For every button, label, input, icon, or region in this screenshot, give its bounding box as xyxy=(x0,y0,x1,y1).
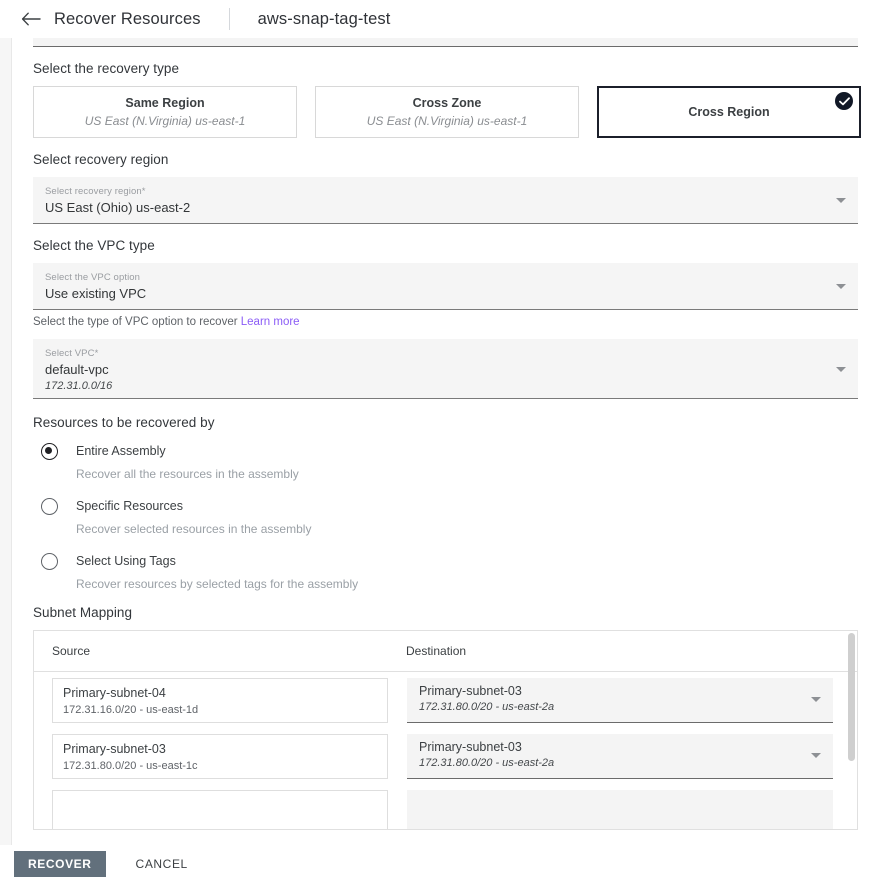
field-label: Select recovery region* xyxy=(45,185,824,198)
card-title: Cross Region xyxy=(688,103,769,121)
field-label: Select the VPC option xyxy=(45,271,824,284)
vpc-select[interactable]: Select VPC* default-vpc 172.31.0.0/16 xyxy=(33,339,858,399)
recover-button[interactable]: RECOVER xyxy=(14,851,106,877)
source-subnet-name: Primary-subnet-04 xyxy=(63,685,377,702)
source-cell xyxy=(52,790,388,831)
form-body: Select the recovery type Same Region US … xyxy=(13,38,878,845)
chevron-down-icon xyxy=(811,697,821,702)
destination-subnet-name: Primary-subnet-03 xyxy=(419,683,803,700)
radio-icon xyxy=(41,553,58,570)
cancel-button[interactable]: CANCEL xyxy=(130,851,194,877)
scrolled-field-partial[interactable] xyxy=(33,38,858,47)
chevron-down-icon xyxy=(836,284,846,289)
recovery-region-select[interactable]: Select recovery region* US East (Ohio) u… xyxy=(33,177,858,224)
field-cidr: 172.31.0.0/16 xyxy=(45,379,824,394)
subnet-mapping-table: Source Destination Primary-subnet-04 172… xyxy=(33,630,858,830)
card-title: Cross Zone xyxy=(413,94,482,112)
vpc-option-select[interactable]: Select the VPC option Use existing VPC xyxy=(33,263,858,310)
recovery-type-card-cross-region[interactable]: Cross Region xyxy=(597,86,861,138)
card-subtitle: US East (N.Virginia) us-east-1 xyxy=(85,112,246,130)
source-subnet-name: Primary-subnet-03 xyxy=(63,741,377,758)
radio-description: Recover selected resources in the assemb… xyxy=(76,522,878,536)
resources-heading: Resources to be recovered by xyxy=(33,415,878,430)
radio-description: Recover all the resources in the assembl… xyxy=(76,467,878,481)
recovery-type-card-same-region[interactable]: Same Region US East (N.Virginia) us-east… xyxy=(33,86,297,138)
column-header-destination: Destination xyxy=(406,644,466,658)
learn-more-link[interactable]: Learn more xyxy=(241,316,300,328)
header-divider xyxy=(229,8,230,30)
recovery-region-heading: Select recovery region xyxy=(33,152,878,167)
table-row: Primary-subnet-03 172.31.80.0/20 - us-ea… xyxy=(34,728,857,784)
destination-select[interactable]: Primary-subnet-03 172.31.80.0/20 - us-ea… xyxy=(407,734,833,779)
chevron-down-icon xyxy=(836,198,846,203)
check-circle-icon xyxy=(835,92,853,110)
field-value: US East (Ohio) us-east-2 xyxy=(45,198,824,217)
vpc-helper-label: Select the type of VPC option to recover xyxy=(33,316,238,328)
table-scrollbar[interactable] xyxy=(848,633,855,829)
page-header: Recover Resources aws-snap-tag-test xyxy=(0,0,878,38)
left-gutter xyxy=(0,38,12,883)
field-label: Select VPC* xyxy=(45,347,824,360)
table-header-row: Source Destination xyxy=(34,631,857,672)
chevron-down-icon xyxy=(811,753,821,758)
destination-subnet-name: Primary-subnet-03 xyxy=(419,739,803,756)
radio-entire-assembly[interactable]: Entire Assembly xyxy=(41,440,878,462)
recovery-type-heading: Select the recovery type xyxy=(33,61,878,76)
radio-label: Entire Assembly xyxy=(76,444,166,458)
radio-specific-resources[interactable]: Specific Resources xyxy=(41,495,878,517)
destination-select[interactable]: Primary-subnet-03 172.31.80.0/20 - us-ea… xyxy=(407,678,833,723)
destination-select[interactable] xyxy=(407,790,833,831)
assembly-name: aws-snap-tag-test xyxy=(258,10,391,29)
recovery-type-card-cross-zone[interactable]: Cross Zone US East (N.Virginia) us-east-… xyxy=(315,86,579,138)
field-value: Use existing VPC xyxy=(45,284,824,303)
subnet-mapping-heading: Subnet Mapping xyxy=(33,605,878,620)
card-subtitle: US East (N.Virginia) us-east-1 xyxy=(367,112,528,130)
vpc-type-heading: Select the VPC type xyxy=(33,238,878,253)
radio-select-using-tags[interactable]: Select Using Tags xyxy=(41,550,878,572)
table-scrollbar-thumb[interactable] xyxy=(848,633,855,761)
field-value: default-vpc xyxy=(45,360,824,379)
radio-icon xyxy=(41,443,58,460)
resources-radio-group: Entire Assembly Recover all the resource… xyxy=(41,440,878,591)
table-row: Primary-subnet-04 172.31.16.0/20 - us-ea… xyxy=(34,672,857,728)
recover-resources-page: Recover Resources aws-snap-tag-test Sele… xyxy=(0,0,878,883)
radio-icon xyxy=(41,498,58,515)
source-cell: Primary-subnet-04 172.31.16.0/20 - us-ea… xyxy=(52,678,388,723)
vpc-helper-text: Select the type of VPC option to recover… xyxy=(33,316,878,328)
destination-subnet-meta: 172.31.80.0/20 - us-east-2a xyxy=(419,756,803,771)
table-row-partial xyxy=(34,784,857,830)
page-title: Recover Resources xyxy=(54,10,201,29)
radio-label: Specific Resources xyxy=(76,499,183,513)
destination-subnet-meta: 172.31.80.0/20 - us-east-2a xyxy=(419,700,803,715)
chevron-down-icon xyxy=(836,367,846,372)
arrow-left-icon[interactable] xyxy=(20,8,42,30)
action-bar: RECOVER CANCEL xyxy=(0,845,878,883)
radio-description: Recover resources by selected tags for t… xyxy=(76,577,878,591)
column-header-source: Source xyxy=(34,644,406,658)
source-subnet-meta: 172.31.80.0/20 - us-east-1c xyxy=(63,758,377,774)
source-subnet-meta: 172.31.16.0/20 - us-east-1d xyxy=(63,702,377,718)
radio-label: Select Using Tags xyxy=(76,554,176,568)
recovery-type-cards: Same Region US East (N.Virginia) us-east… xyxy=(33,86,878,138)
card-title: Same Region xyxy=(125,94,204,112)
source-cell: Primary-subnet-03 172.31.80.0/20 - us-ea… xyxy=(52,734,388,779)
